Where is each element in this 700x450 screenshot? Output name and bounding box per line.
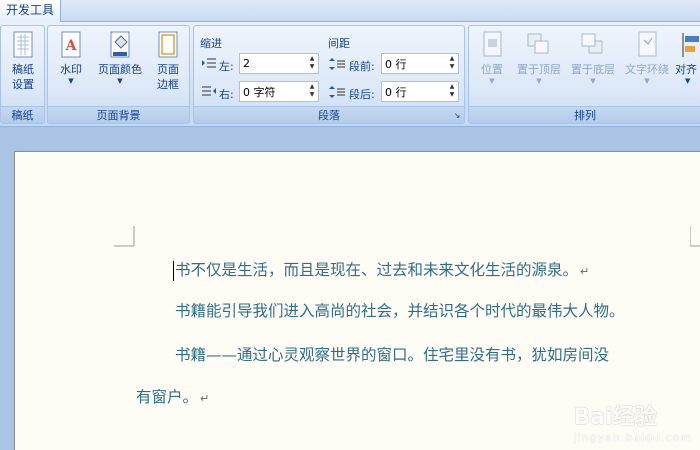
group-page-background: A 水印 ▼ 页面颜色 ▼ 页面 边框 页面背景 (47, 25, 190, 124)
tab-developer-tools[interactable]: 开发工具 (0, 0, 62, 22)
bring-to-front-icon (527, 33, 549, 54)
text-wrapping-label: 文字环绕 (625, 63, 669, 76)
align-icon (682, 33, 699, 57)
group-label-page-background: 页面背景 (48, 106, 189, 123)
align-label: 对齐 (675, 63, 697, 76)
svg-text:A: A (65, 38, 78, 54)
bring-to-front-button[interactable]: 置于顶层 ▼ (512, 30, 566, 85)
position-button[interactable]: 位置 ▼ (473, 30, 511, 85)
align-dropdown-arrow: ▼ (685, 77, 691, 85)
watermark-button[interactable]: A 水印 ▼ (50, 30, 92, 85)
line-1-text: 书不仅是生活，而且是现在、过去和未来文化生活的源泉。 (175, 261, 579, 279)
document-line-4[interactable]: 有窗户。 ↵ (136, 385, 209, 407)
page-border-label-2: 边框 (157, 78, 179, 91)
send-to-back-label: 置于底层 (571, 63, 615, 76)
document-line-3[interactable]: 书籍——通过心灵观察世界的窗口。住宅里没有书，犹如房间没 (175, 343, 609, 365)
spacing-before-icon (329, 58, 345, 70)
indent-left-label: 左: (219, 60, 234, 73)
line-4-text: 有窗户。 (136, 388, 199, 406)
document-workspace: 书不仅是生活，而且是现在、过去和未来文化生活的源泉。 ↵ 书籍能引导我们进入高尚的… (0, 127, 700, 450)
text-wrapping-icon (638, 31, 657, 57)
position-label: 位置 (481, 63, 503, 76)
spacing-before-spin-arrows[interactable]: ▲ ▼ (447, 55, 457, 72)
indent-right-spinner[interactable]: ▲▼ (239, 81, 319, 102)
send-to-back-button[interactable]: 置于底层 ▼ (566, 30, 620, 85)
watermark-logo-text: Bai经验 (573, 405, 657, 430)
page-border-label-1: 页面 (157, 63, 179, 76)
document-line-1[interactable]: 书不仅是生活，而且是现在、过去和未来文化生活的源泉。 ↵ (173, 258, 589, 281)
align-button[interactable]: 对齐 ▼ (675, 30, 700, 85)
indent-left-icon (202, 58, 216, 68)
send-to-back-dropdown-arrow: ▼ (590, 77, 596, 85)
draft-paper-icon (13, 31, 33, 58)
paragraph-dialog-launcher-icon[interactable]: ↘ (452, 111, 462, 121)
indent-left-spin-arrows[interactable]: ▲ ▼ (307, 55, 317, 72)
text-wrapping-dropdown-arrow: ▼ (644, 77, 650, 85)
watermark-dropdown-arrow: ▼ (68, 77, 74, 85)
ribbon-tab-strip: 开发工具 (0, 0, 700, 22)
group-paragraph: 缩进 间距 左: ▲▼ 右: ▲▼ 段前: ▲▼ (193, 25, 465, 124)
margin-corner-top-right (690, 226, 700, 247)
draft-settings-label-2: 设置 (12, 78, 34, 91)
position-icon (483, 31, 502, 57)
position-dropdown-arrow: ▼ (489, 77, 495, 85)
baidu-jingyan-watermark: Bai经验 jingyan.baidu.com (573, 399, 692, 444)
indent-title: 缩进 (200, 37, 222, 50)
watermark-url-text: jingyan.baidu.com (573, 431, 692, 444)
paragraph-mark-icon: ↵ (200, 392, 210, 405)
watermark-label: 水印 (60, 63, 82, 76)
group-label-draft: 稿纸 (1, 106, 44, 123)
spacing-after-spin-arrows[interactable]: ▲ ▼ (447, 83, 457, 100)
indent-left-spinner[interactable]: ▲▼ (239, 53, 319, 74)
paragraph-mark-icon: ↵ (580, 265, 590, 278)
spacing-after-icon (329, 86, 345, 98)
page-border-icon (158, 31, 178, 58)
spacing-before-spinner[interactable]: ▲▼ (381, 53, 459, 74)
spacing-before-label: 段前: (349, 60, 375, 73)
group-draft: 稿纸 设置 稿纸 (0, 25, 45, 124)
indent-right-label: 右: (219, 88, 234, 101)
text-wrapping-button[interactable]: 文字环绕 ▼ (620, 30, 674, 85)
spacing-after-label: 段后: (349, 88, 375, 101)
page-color-dropdown-arrow: ▼ (117, 77, 123, 85)
draft-settings-button[interactable]: 稿纸 设置 (2, 30, 44, 92)
spacing-title: 间距 (328, 37, 350, 50)
line-3-text: 书籍——通过心灵观察世界的窗口。住宅里没有书，犹如房间没 (175, 346, 610, 364)
indent-right-spin-arrows[interactable]: ▲ ▼ (307, 83, 317, 100)
bring-to-front-dropdown-arrow: ▼ (536, 77, 542, 85)
group-arrange: 位置 ▼ 置于顶层 ▼ 置于底层 ▼ 文字环绕 ▼ 对齐 ▼ 排列 (468, 25, 700, 124)
bring-to-front-label: 置于顶层 (517, 63, 561, 76)
draft-settings-label-1: 稿纸 (12, 63, 34, 76)
spacing-after-spinner[interactable]: ▲▼ (381, 81, 459, 102)
send-to-back-icon (581, 33, 603, 54)
indent-right-icon (202, 86, 216, 96)
page-color-button[interactable]: 页面颜色 ▼ (92, 30, 148, 85)
group-label-arrange: 排列 (469, 106, 700, 123)
line-2-text: 书籍能引导我们进入高尚的社会，并结识各个时代的最伟大人物。 (175, 302, 625, 320)
paint-bucket-icon (110, 31, 130, 58)
text-cursor (173, 260, 174, 281)
ribbon: 稿纸 设置 稿纸 A 水印 ▼ 页面颜色 ▼ 页面 边框 页面背景 缩进 间距 … (0, 22, 700, 127)
page-color-label: 页面颜色 (98, 63, 142, 76)
group-label-paragraph: 段落 (194, 106, 464, 123)
document-line-2[interactable]: 书籍能引导我们进入高尚的社会，并结识各个时代的最伟大人物。 (175, 299, 625, 321)
margin-corner-top-left (114, 226, 135, 247)
page-border-button[interactable]: 页面 边框 (148, 30, 188, 92)
watermark-icon: A (61, 31, 81, 58)
